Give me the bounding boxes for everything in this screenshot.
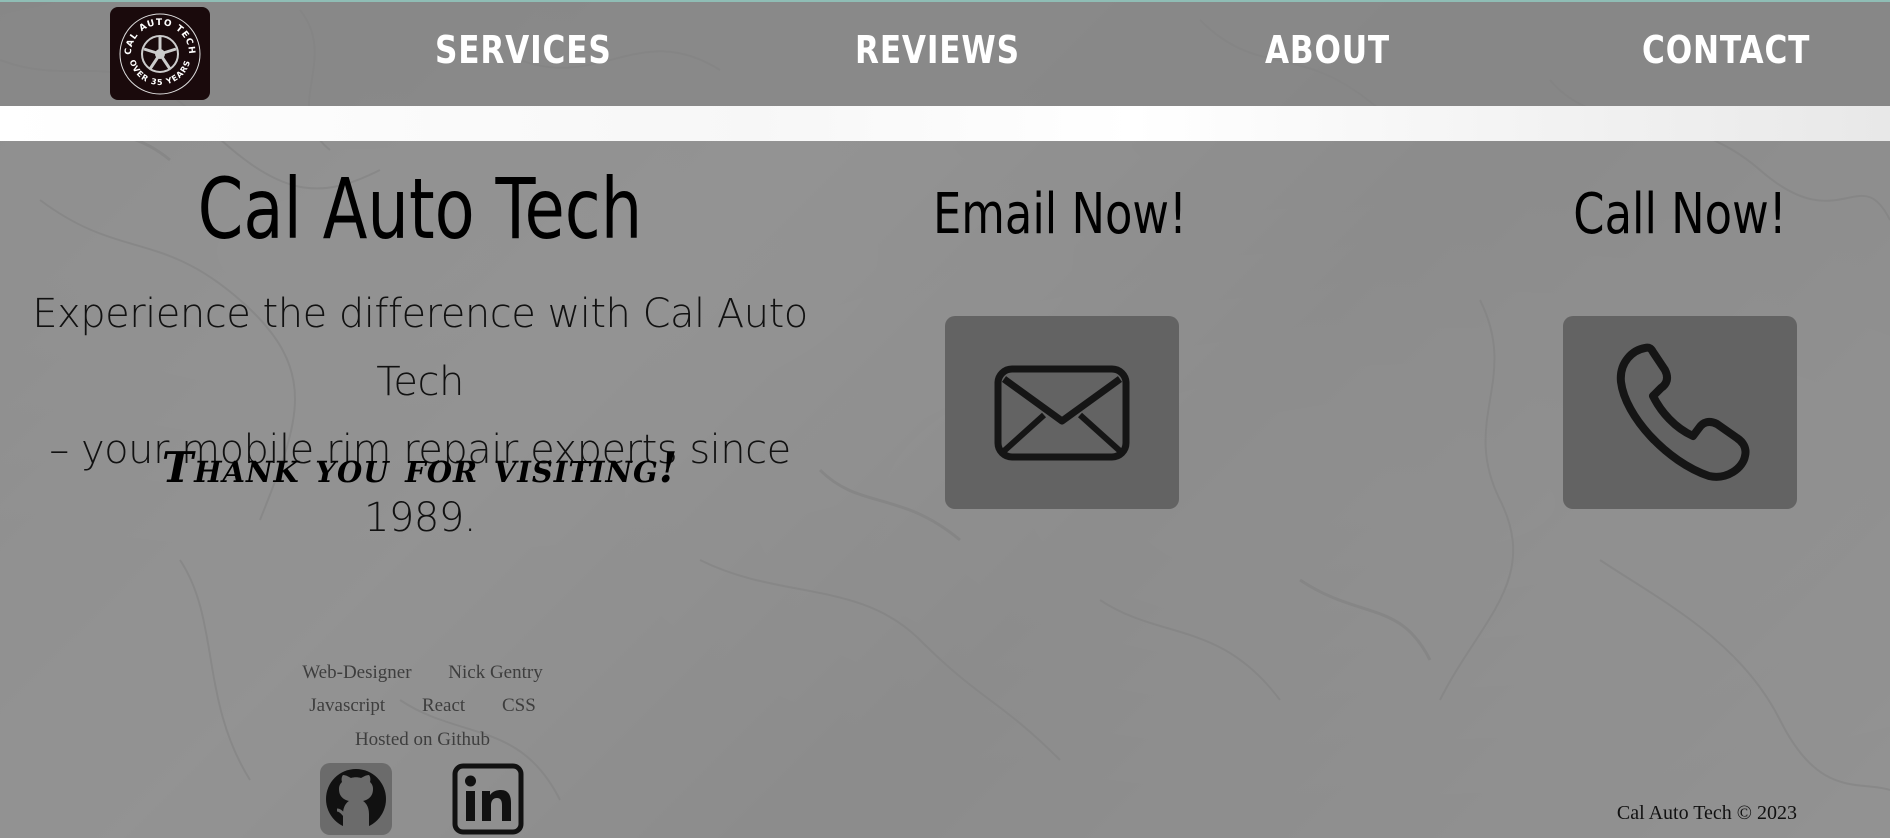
footer-hosting: Hosted on Github <box>354 729 491 750</box>
tech-css: CSS <box>501 695 536 716</box>
tagline-line-1: Experience the difference with Cal Auto … <box>32 291 808 405</box>
divider-strip <box>0 106 1890 141</box>
footer-credits: Web-Designer Nick Gentry <box>0 662 845 684</box>
footer-tech: Javascript React CSS <box>0 695 845 717</box>
call-now-title: Call Now! <box>1573 182 1787 247</box>
envelope-icon <box>994 365 1130 460</box>
tech-react: React <box>421 695 466 716</box>
phone-icon <box>1616 343 1750 481</box>
top-navbar: CAL AUTO TECH OVER 35 YEARS SERVICES REV… <box>0 0 1890 106</box>
brand-logo[interactable]: CAL AUTO TECH OVER 35 YEARS <box>110 7 210 100</box>
nav-about[interactable]: ABOUT <box>1265 28 1390 72</box>
linkedin-icon <box>452 763 524 835</box>
wheel-logo-icon: CAL AUTO TECH OVER 35 YEARS <box>119 13 201 94</box>
copyright: Cal Auto Tech © 2023 <box>1616 802 1797 824</box>
thank-you-message: Thank you for visiting! <box>161 443 679 492</box>
linkedin-link[interactable] <box>452 763 524 835</box>
call-button[interactable] <box>1563 316 1797 509</box>
nav-reviews[interactable]: REVIEWS <box>855 28 1020 72</box>
tagline: Experience the difference with Cal Auto … <box>30 280 810 552</box>
nav-services[interactable]: SERVICES <box>435 28 612 72</box>
page-title: Cal Auto Tech <box>197 160 643 258</box>
designer-name[interactable]: Nick Gentry <box>448 662 542 683</box>
nav-contact[interactable]: CONTACT <box>1642 28 1810 72</box>
github-link[interactable] <box>320 763 392 835</box>
email-now-title: Email Now! <box>932 182 1188 247</box>
tech-javascript: Javascript <box>309 695 386 716</box>
github-icon <box>326 769 386 829</box>
email-button[interactable] <box>945 316 1179 509</box>
designer-role: Web-Designer <box>302 662 412 683</box>
